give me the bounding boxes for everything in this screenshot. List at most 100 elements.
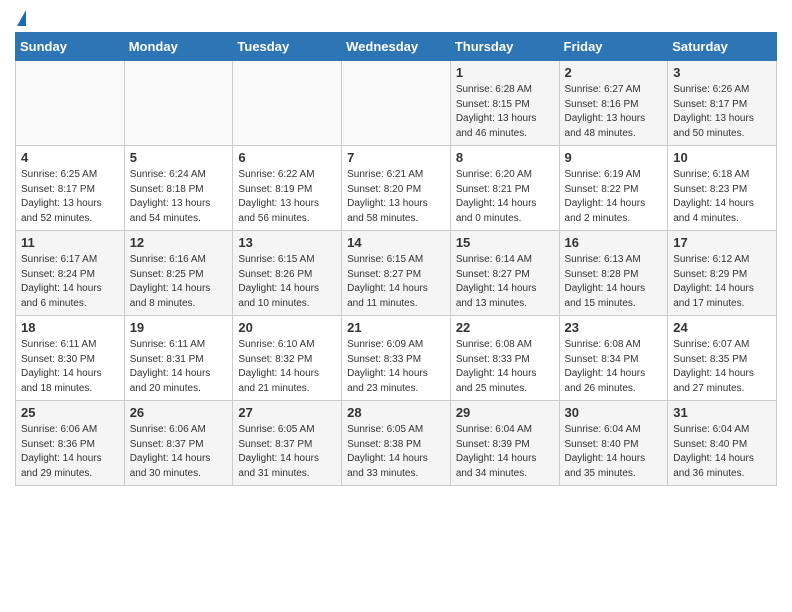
calendar-table: SundayMondayTuesdayWednesdayThursdayFrid… <box>15 32 777 486</box>
day-info-text: Daylight: 14 hours <box>456 282 554 297</box>
day-info-text: Sunrise: 6:20 AM <box>456 168 554 183</box>
day-info-text: Sunrise: 6:08 AM <box>565 338 663 353</box>
day-number: 15 <box>456 235 554 250</box>
day-info-text: Sunrise: 6:07 AM <box>673 338 771 353</box>
calendar-cell: 25 Sunrise: 6:06 AMSunset: 8:36 PMDayligh… <box>16 401 125 486</box>
day-info-text: and 0 minutes. <box>456 212 554 227</box>
day-info-text: Sunrise: 6:18 AM <box>673 168 771 183</box>
day-info-text: and 54 minutes. <box>130 212 228 227</box>
day-info-text: Sunrise: 6:15 AM <box>238 253 336 268</box>
day-info-text: Daylight: 14 hours <box>456 452 554 467</box>
day-info-text: Sunrise: 6:13 AM <box>565 253 663 268</box>
day-info-text: and 23 minutes. <box>347 382 445 397</box>
calendar-cell: 11 Sunrise: 6:17 AMSunset: 8:24 PMDayligh… <box>16 231 125 316</box>
day-info-text: Sunset: 8:29 PM <box>673 268 771 283</box>
calendar-cell <box>16 61 125 146</box>
day-info-text: Sunset: 8:28 PM <box>565 268 663 283</box>
day-info-text: and 8 minutes. <box>130 297 228 312</box>
day-info-text: Sunset: 8:40 PM <box>673 438 771 453</box>
calendar-cell: 9Sunrise: 6:19 AMSunset: 8:22 PMDaylight… <box>559 146 668 231</box>
day-number: 28 <box>347 405 445 420</box>
day-info-text: Daylight: 14 hours <box>130 452 228 467</box>
day-info-text: Sunset: 8:37 PM <box>238 438 336 453</box>
day-info-text: Sunrise: 6:22 AM <box>238 168 336 183</box>
calendar-cell: 12Sunrise: 6:16 AMSunset: 8:25 PMDayligh… <box>124 231 233 316</box>
day-info-text: Daylight: 13 hours <box>21 197 119 212</box>
calendar-cell: 23Sunrise: 6:08 AMSunset: 8:34 PMDayligh… <box>559 316 668 401</box>
day-number: 7 <box>347 150 445 165</box>
day-info-text: Sunset: 8:17 PM <box>673 98 771 113</box>
day-info-text: Sunset: 8:25 PM <box>130 268 228 283</box>
day-info-text: and 21 minutes. <box>238 382 336 397</box>
day-info-text: Sunrise: 6:27 AM <box>565 83 663 98</box>
calendar-day-header: Friday <box>559 33 668 61</box>
day-number: 14 <box>347 235 445 250</box>
day-number: 29 <box>456 405 554 420</box>
logo <box>15 10 26 24</box>
day-info-text: Sunrise: 6:19 AM <box>565 168 663 183</box>
day-info-text: and 25 minutes. <box>456 382 554 397</box>
day-info-text: Sunset: 8:18 PM <box>130 183 228 198</box>
day-info-text: Daylight: 14 hours <box>456 197 554 212</box>
calendar-cell <box>124 61 233 146</box>
calendar-cell: 22Sunrise: 6:08 AMSunset: 8:33 PMDayligh… <box>450 316 559 401</box>
day-info-text: Sunset: 8:32 PM <box>238 353 336 368</box>
day-info-text: Sunset: 8:33 PM <box>347 353 445 368</box>
day-info-text: Sunrise: 6:06 AM <box>21 423 119 438</box>
day-number: 8 <box>456 150 554 165</box>
day-info-text: Daylight: 14 hours <box>673 367 771 382</box>
calendar-cell: 21Sunrise: 6:09 AMSunset: 8:33 PMDayligh… <box>342 316 451 401</box>
day-info-text: Sunset: 8:27 PM <box>347 268 445 283</box>
calendar-day-header: Tuesday <box>233 33 342 61</box>
day-info-text: Sunset: 8:24 PM <box>21 268 119 283</box>
day-number: 30 <box>565 405 663 420</box>
day-info-text: and 4 minutes. <box>673 212 771 227</box>
day-number: 25 <box>21 405 119 420</box>
day-info-text: Sunrise: 6:10 AM <box>238 338 336 353</box>
day-number: 12 <box>130 235 228 250</box>
day-number: 5 <box>130 150 228 165</box>
day-info-text: and 11 minutes. <box>347 297 445 312</box>
calendar-cell: 30Sunrise: 6:04 AMSunset: 8:40 PMDayligh… <box>559 401 668 486</box>
calendar-header-row: SundayMondayTuesdayWednesdayThursdayFrid… <box>16 33 777 61</box>
calendar-cell: 10Sunrise: 6:18 AMSunset: 8:23 PMDayligh… <box>668 146 777 231</box>
day-info-text: and 17 minutes. <box>673 297 771 312</box>
day-info-text: and 31 minutes. <box>238 467 336 482</box>
calendar-day-header: Thursday <box>450 33 559 61</box>
day-info-text: Daylight: 14 hours <box>21 452 119 467</box>
day-number: 20 <box>238 320 336 335</box>
calendar-cell: 16Sunrise: 6:13 AMSunset: 8:28 PMDayligh… <box>559 231 668 316</box>
day-number: 18 <box>21 320 119 335</box>
day-info-text: Daylight: 13 hours <box>673 112 771 127</box>
day-info-text: Sunset: 8:36 PM <box>21 438 119 453</box>
day-info-text: Sunrise: 6:11 AM <box>21 338 119 353</box>
day-info-text: Daylight: 14 hours <box>21 282 119 297</box>
day-number: 9 <box>565 150 663 165</box>
calendar-day-header: Wednesday <box>342 33 451 61</box>
calendar-cell: 5Sunrise: 6:24 AMSunset: 8:18 PMDaylight… <box>124 146 233 231</box>
day-info-text: and 18 minutes. <box>21 382 119 397</box>
calendar-cell: 31Sunrise: 6:04 AMSunset: 8:40 PMDayligh… <box>668 401 777 486</box>
day-info-text: Sunrise: 6:04 AM <box>456 423 554 438</box>
day-info-text: Sunset: 8:19 PM <box>238 183 336 198</box>
day-info-text: and 26 minutes. <box>565 382 663 397</box>
day-info-text: Sunrise: 6:04 AM <box>565 423 663 438</box>
calendar-week-row: 18Sunrise: 6:11 AMSunset: 8:30 PMDayligh… <box>16 316 777 401</box>
day-info-text: Sunrise: 6:11 AM <box>130 338 228 353</box>
day-info-text: Sunset: 8:22 PM <box>565 183 663 198</box>
day-info-text: Sunset: 8:38 PM <box>347 438 445 453</box>
day-info-text: Daylight: 14 hours <box>347 367 445 382</box>
day-info-text: Daylight: 13 hours <box>565 112 663 127</box>
calendar-cell: 2Sunrise: 6:27 AMSunset: 8:16 PMDaylight… <box>559 61 668 146</box>
calendar-cell: 19Sunrise: 6:11 AMSunset: 8:31 PMDayligh… <box>124 316 233 401</box>
day-info-text: and 13 minutes. <box>456 297 554 312</box>
day-number: 21 <box>347 320 445 335</box>
calendar-cell: 28Sunrise: 6:05 AMSunset: 8:38 PMDayligh… <box>342 401 451 486</box>
day-number: 24 <box>673 320 771 335</box>
day-info-text: Sunrise: 6:17 AM <box>21 253 119 268</box>
day-info-text: Daylight: 13 hours <box>456 112 554 127</box>
day-info-text: Daylight: 14 hours <box>347 452 445 467</box>
day-number: 11 <box>21 235 119 250</box>
day-info-text: and 50 minutes. <box>673 127 771 142</box>
day-number: 23 <box>565 320 663 335</box>
